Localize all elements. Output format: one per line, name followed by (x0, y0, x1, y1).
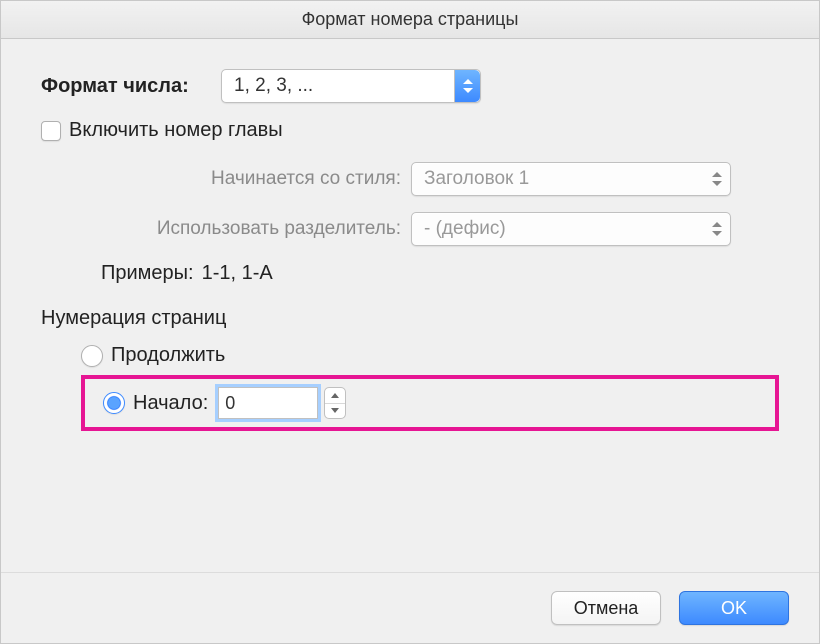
updown-icon (454, 70, 480, 102)
separator-value: - (дефис) (424, 218, 506, 240)
separator-label: Использовать разделитель: (41, 218, 411, 240)
continue-radio[interactable] (81, 345, 103, 367)
page-number-format-dialog: Формат номера страницы Формат числа: 1, … (0, 0, 820, 644)
include-chapter-label: Включить номер главы (69, 119, 283, 142)
examples-value: 1-1, 1-A (202, 262, 273, 285)
start-at-highlight: Начало: (81, 375, 779, 431)
number-format-label: Формат числа: (41, 75, 221, 98)
cancel-button[interactable]: Отмена (551, 591, 661, 625)
stepper-up[interactable] (325, 388, 345, 404)
start-at-label: Начало: (133, 392, 208, 415)
start-at-stepper[interactable] (324, 387, 346, 419)
dialog-footer: Отмена OK (1, 572, 819, 643)
start-at-radio[interactable] (103, 392, 125, 414)
page-numbering-heading: Нумерация страниц (41, 307, 779, 330)
starts-with-style-select: Заголовок 1 (411, 162, 731, 196)
ok-button[interactable]: OK (679, 591, 789, 625)
continue-label: Продолжить (111, 344, 225, 367)
updown-icon (712, 213, 722, 245)
separator-select: - (дефис) (411, 212, 731, 246)
starts-with-style-label: Начинается со стиля: (41, 168, 411, 190)
dialog-content: Формат числа: 1, 2, 3, ... Включить номе… (1, 39, 819, 572)
updown-icon (712, 163, 722, 195)
stepper-down[interactable] (325, 404, 345, 419)
number-format-select[interactable]: 1, 2, 3, ... (221, 69, 481, 103)
include-chapter-checkbox[interactable] (41, 121, 61, 141)
dialog-title: Формат номера страницы (1, 1, 819, 39)
number-format-value: 1, 2, 3, ... (234, 75, 313, 97)
examples-label: Примеры: (101, 262, 194, 285)
starts-with-style-value: Заголовок 1 (424, 168, 529, 190)
start-at-input[interactable] (218, 387, 318, 419)
